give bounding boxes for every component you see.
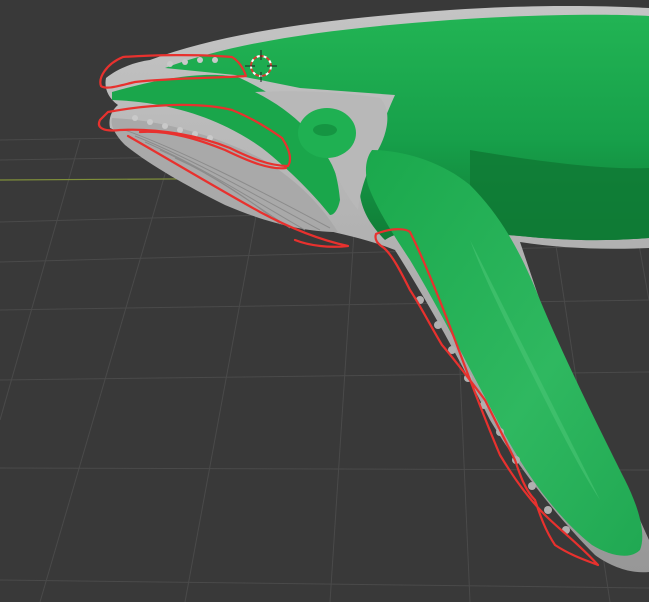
viewport-scene[interactable] bbox=[0, 0, 649, 602]
whale-eye-inner bbox=[313, 124, 337, 136]
3d-viewport[interactable] bbox=[0, 0, 649, 602]
whale-model[interactable] bbox=[105, 6, 649, 573]
